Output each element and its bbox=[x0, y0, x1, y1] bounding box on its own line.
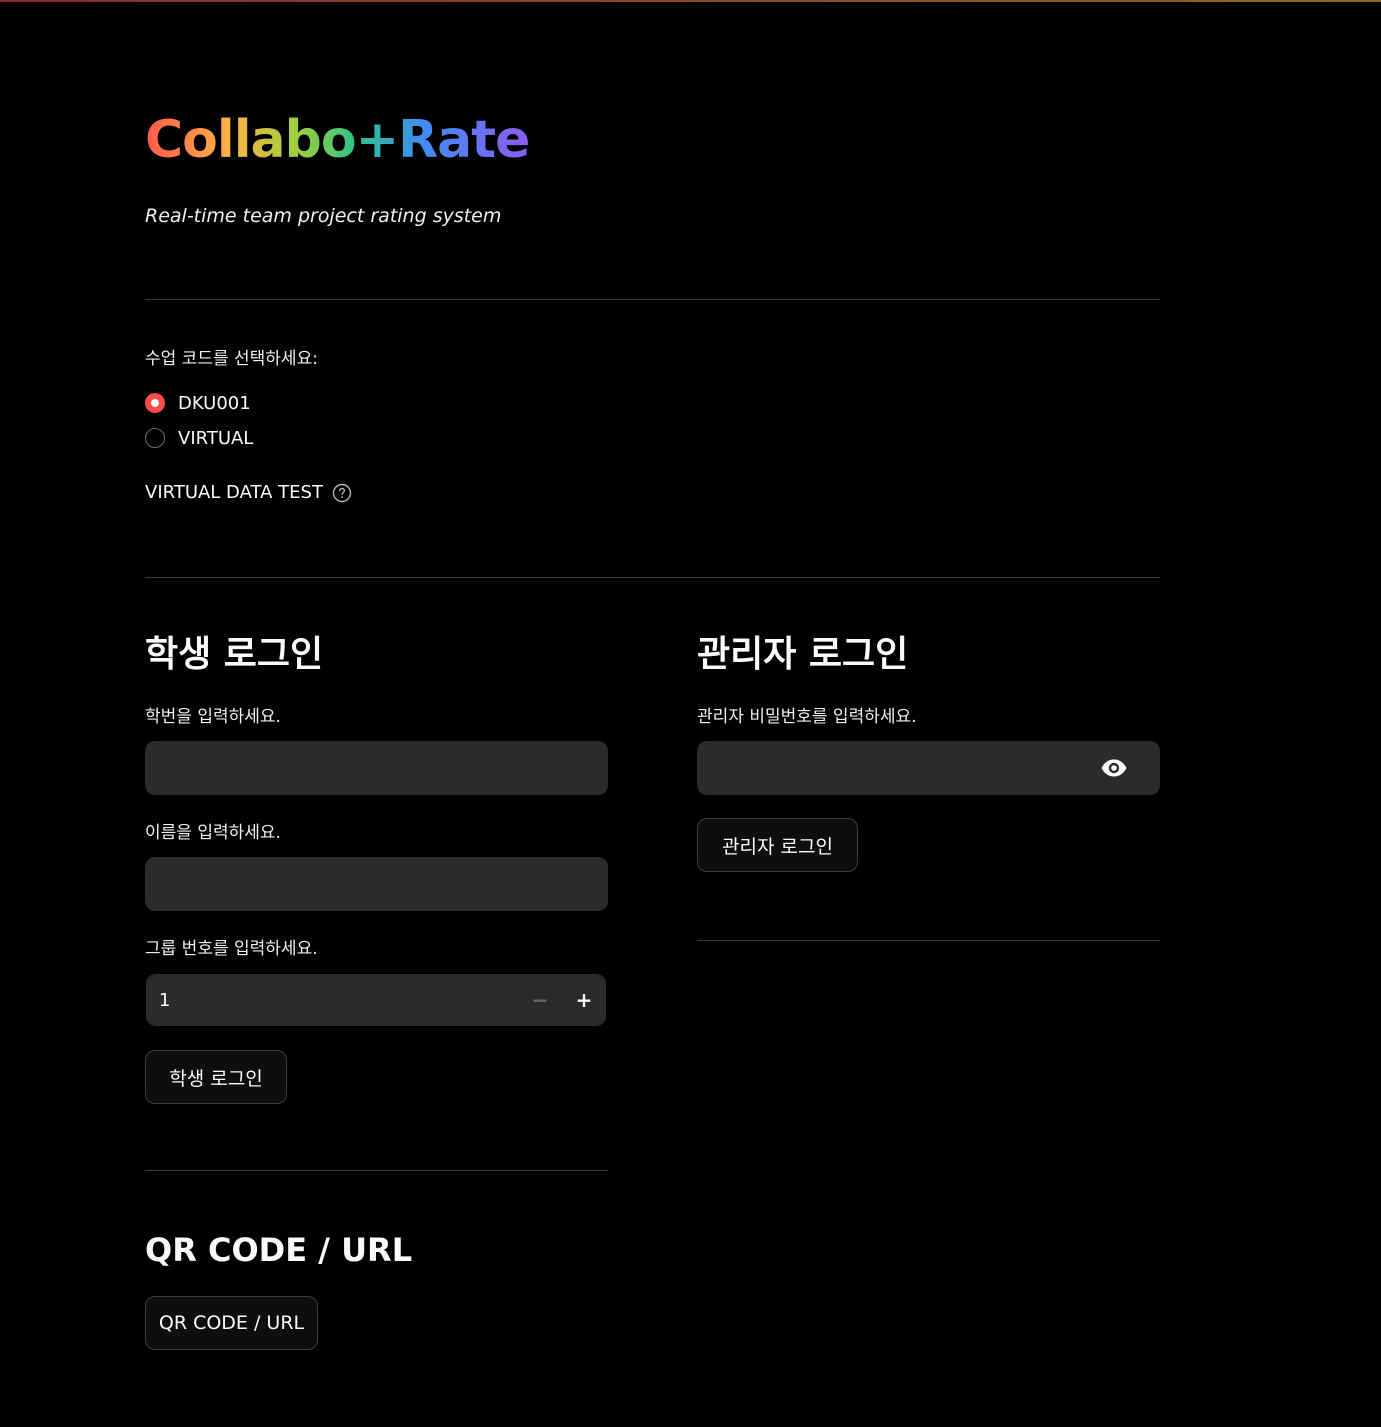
increment-button[interactable]: + bbox=[562, 974, 606, 1026]
top-accent-line bbox=[0, 0, 1381, 2]
radio-label-virtual: VIRTUAL bbox=[178, 427, 254, 449]
help-icon[interactable] bbox=[332, 483, 352, 503]
divider-top bbox=[145, 299, 1160, 300]
student-id-input[interactable] bbox=[145, 741, 608, 795]
course-prompt: 수업 코드를 선택하세요: bbox=[145, 349, 318, 369]
qr-code-url-button[interactable]: QR CODE / URL bbox=[145, 1296, 318, 1350]
student-name-input[interactable] bbox=[145, 857, 608, 911]
app-subtitle: Real-time team project rating system bbox=[145, 205, 502, 227]
radio-label-dku001: DKU001 bbox=[178, 392, 251, 414]
radio-checked-indicator[interactable] bbox=[145, 393, 165, 413]
group-number-label: 그룹 번호를 입력하세요. bbox=[145, 939, 318, 959]
student-id-label: 학번을 입력하세요. bbox=[145, 707, 281, 727]
divider-middle bbox=[145, 577, 1160, 578]
radio-option-virtual[interactable]: VIRTUAL bbox=[145, 425, 253, 451]
group-number-stepper[interactable]: 1 − + bbox=[146, 974, 606, 1026]
eye-icon[interactable] bbox=[1100, 758, 1128, 778]
qr-heading: QR CODE / URL bbox=[145, 1231, 413, 1269]
admin-password-label: 관리자 비밀번호를 입력하세요. bbox=[697, 707, 917, 727]
divider-admin bbox=[697, 940, 1160, 941]
divider-student bbox=[145, 1170, 608, 1171]
admin-password-input[interactable] bbox=[697, 741, 1160, 795]
virtual-data-test-label: VIRTUAL DATA TEST bbox=[145, 482, 323, 503]
student-login-button[interactable]: 학생 로그인 bbox=[145, 1050, 287, 1104]
app-title: Collabo+Rate bbox=[145, 110, 530, 170]
virtual-data-test[interactable]: VIRTUAL DATA TEST bbox=[145, 482, 352, 503]
student-name-label: 이름을 입력하세요. bbox=[145, 823, 281, 843]
radio-option-dku001[interactable]: DKU001 bbox=[145, 390, 251, 416]
admin-login-heading: 관리자 로그인 bbox=[697, 634, 909, 675]
group-number-value[interactable]: 1 bbox=[159, 990, 518, 1011]
admin-login-button[interactable]: 관리자 로그인 bbox=[697, 818, 858, 872]
decrement-button[interactable]: − bbox=[518, 974, 562, 1026]
student-login-heading: 학생 로그인 bbox=[145, 634, 324, 675]
radio-unchecked-indicator[interactable] bbox=[145, 428, 165, 448]
